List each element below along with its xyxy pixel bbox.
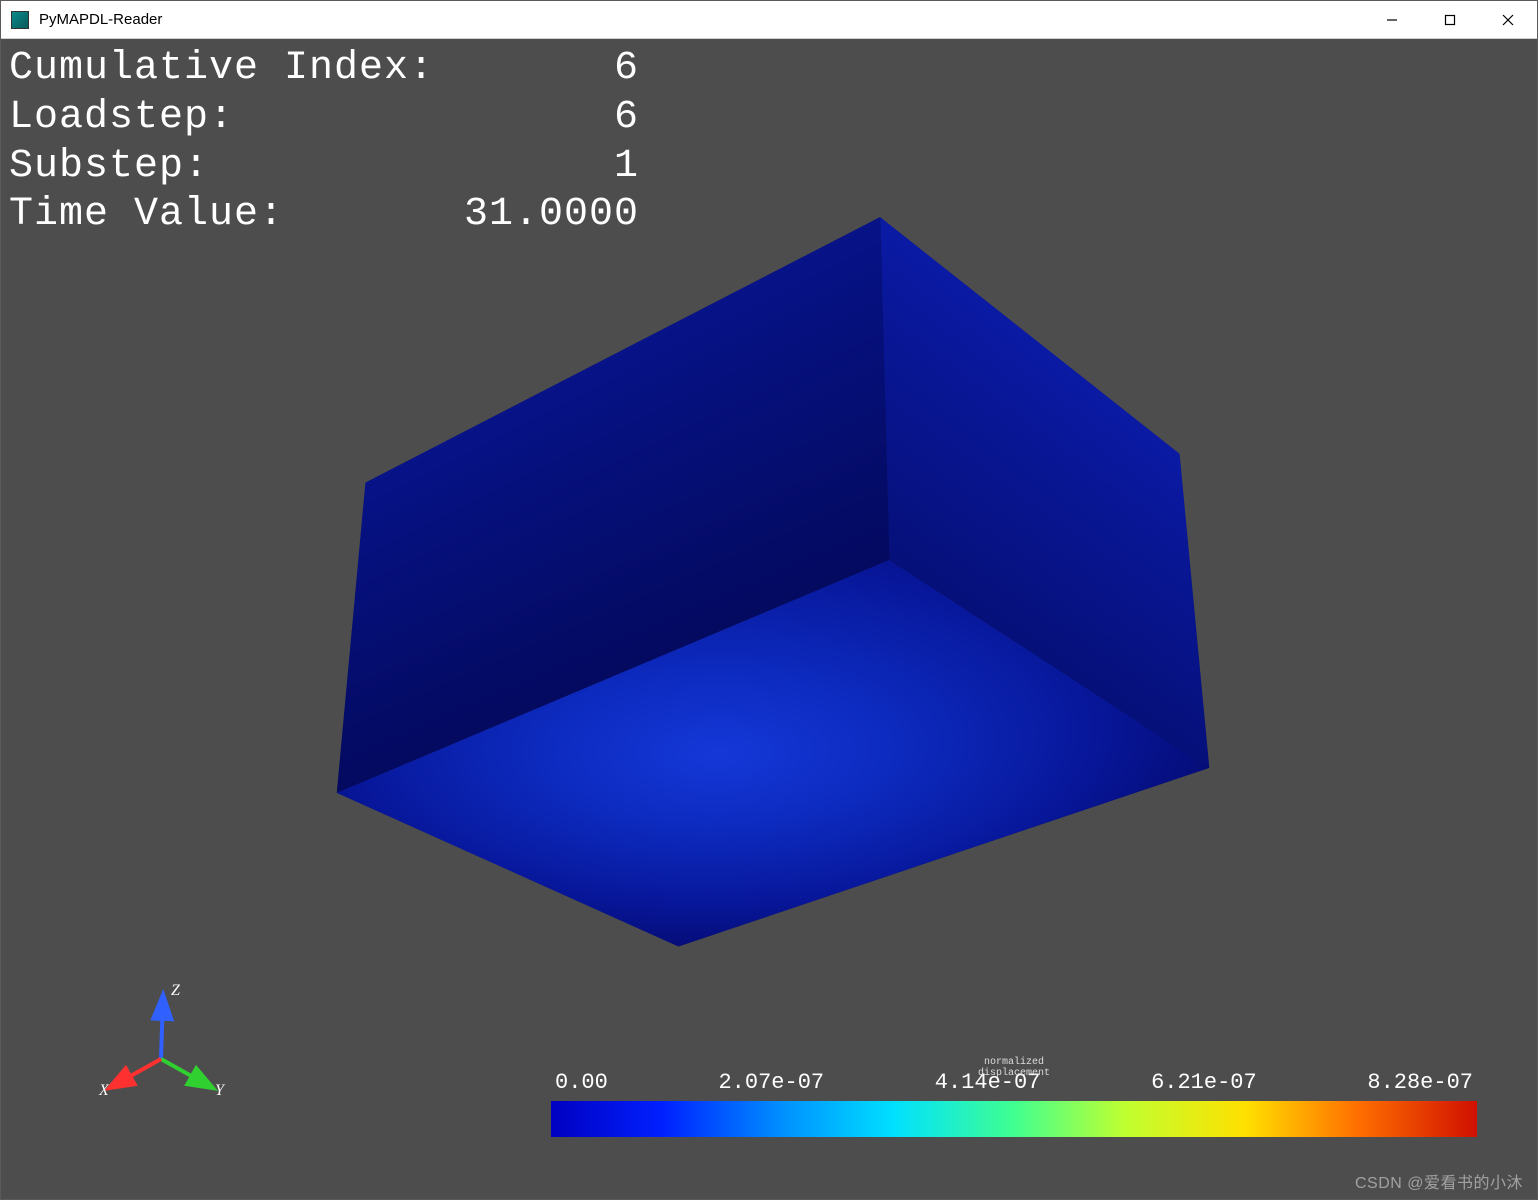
axis-z-label: Z [171, 982, 181, 999]
axis-y-label: Y [215, 1082, 226, 1099]
time-value-value: 31.0000 [439, 191, 639, 240]
result-info-overlay: Cumulative Index: 6 Loadstep: 6 Substep:… [9, 45, 639, 240]
colorbar-tick: 0.00 [555, 1070, 608, 1095]
axis-triad-icon: Z Y X [91, 969, 231, 1109]
scalar-colorbar: normalized displacement 0.00 2.07e-07 4.… [551, 1070, 1477, 1137]
app-icon [11, 11, 29, 29]
cumulative-index-value: 6 [439, 45, 639, 94]
loadstep-value: 6 [439, 94, 639, 143]
window-controls [1363, 1, 1537, 38]
minimize-button[interactable] [1363, 1, 1421, 38]
colorbar-tick: 2.07e-07 [718, 1070, 824, 1095]
maximize-button[interactable] [1421, 1, 1479, 38]
axis-x-label: X [98, 1082, 110, 1099]
colorbar-tick: 6.21e-07 [1151, 1070, 1257, 1095]
app-window: PyMAPDL-Reader [0, 0, 1538, 1200]
close-button[interactable] [1479, 1, 1537, 38]
render-viewport[interactable]: Cumulative Index: 6 Loadstep: 6 Substep:… [1, 39, 1537, 1199]
watermark-text: CSDN @爱看书的小沐 [1355, 1169, 1523, 1193]
colorbar-tick: 8.28e-07 [1367, 1070, 1473, 1095]
titlebar[interactable]: PyMAPDL-Reader [1, 1, 1537, 39]
colorbar-gradient [551, 1101, 1477, 1137]
colorbar-title: normalized displacement [978, 1057, 1050, 1079]
colorbar-title-line2: displacement [978, 1068, 1050, 1079]
window-title: PyMAPDL-Reader [39, 11, 1363, 28]
cumulative-index-label: Cumulative Index: [9, 45, 439, 94]
substep-label: Substep: [9, 143, 439, 192]
loadstep-label: Loadstep: [9, 94, 439, 143]
time-value-label: Time Value: [9, 191, 439, 240]
colorbar-title-line1: normalized [984, 1057, 1044, 1068]
substep-value: 1 [439, 143, 639, 192]
